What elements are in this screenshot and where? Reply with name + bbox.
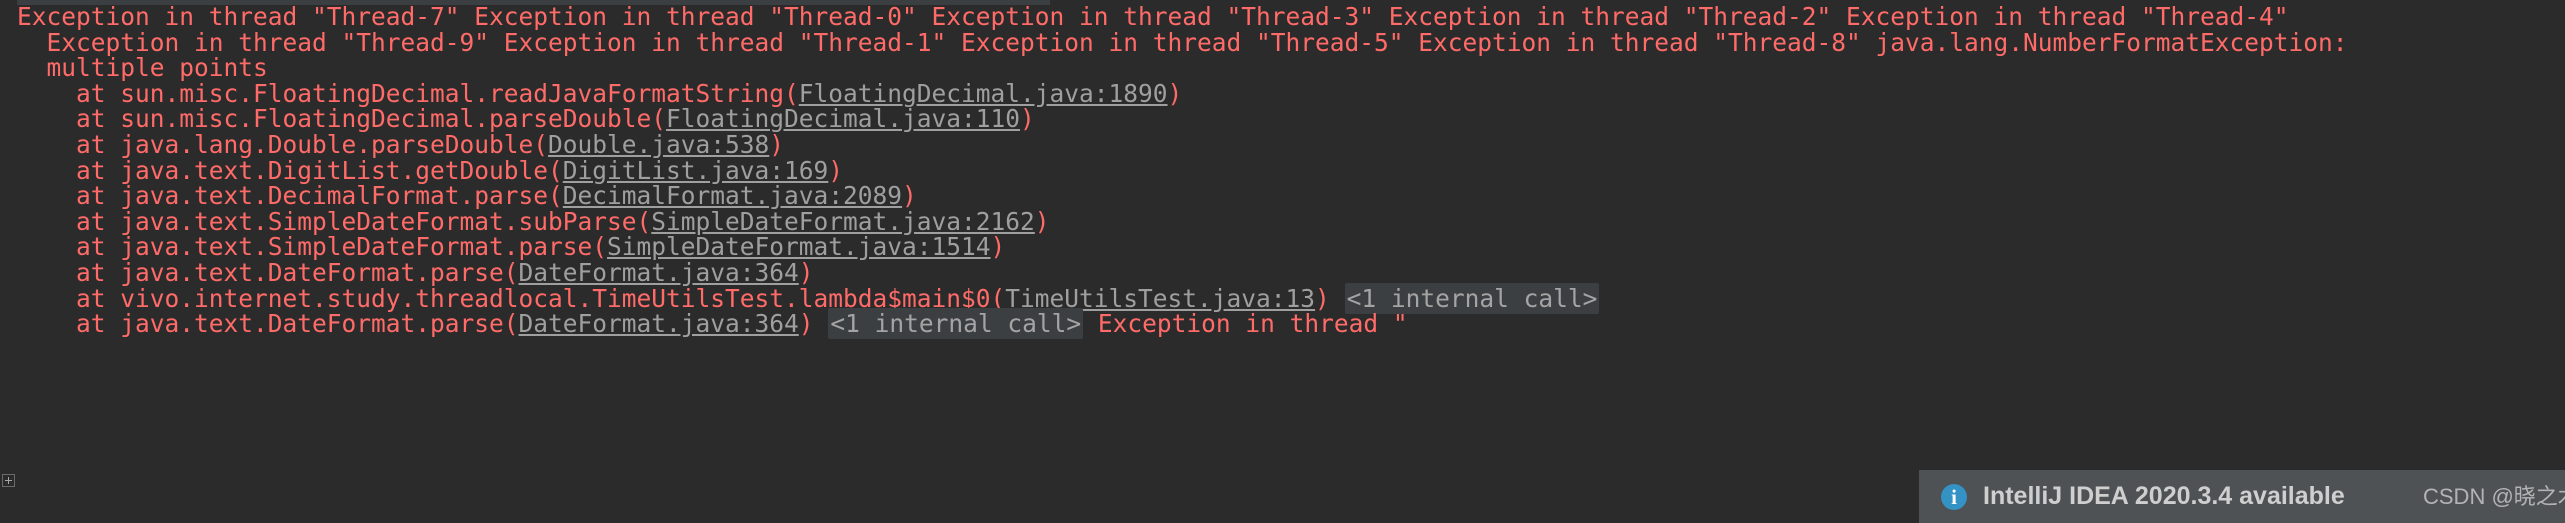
stack-frame-2: at sun.misc.FloatingDecimal.parseDouble(… [17, 106, 2565, 132]
watermark-label: CSDN @晓之木初 [2423, 484, 2565, 509]
error-text: at java.text.DateFormat.parse( [76, 309, 519, 339]
internal-calls-chip[interactable]: <1 internal call> [828, 308, 1084, 340]
notification-message: IntelliJ IDEA 2020.3.4 available [1983, 482, 2345, 510]
stack-frame-10-clipped: at java.text.DateFormat.parse(DateFormat… [17, 308, 2565, 340]
stack-frame-5: at java.text.DecimalFormat.parse(Decimal… [17, 183, 2565, 209]
exception-header-line-1: Exception in thread "Thread-7" Exception… [17, 4, 2565, 30]
stack-frame-3: at java.lang.Double.parseDouble(Double.j… [17, 132, 2565, 158]
stack-frame-7: at java.text.SimpleDateFormat.parse(Simp… [17, 234, 2565, 260]
stack-frame-9: at vivo.internet.study.threadlocal.TimeU… [17, 282, 2565, 314]
stack-frame-4: at java.text.DigitList.getDouble(DigitLi… [17, 157, 2565, 184]
error-text: ) [1034, 206, 1050, 236]
stack-frame-6: at java.text.SimpleDateFormat.subParse(S… [17, 206, 2565, 236]
fold-expand-icon[interactable] [2, 474, 15, 487]
error-text: ) [990, 232, 1006, 262]
console-root: Exception in thread "Thread-7" Exception… [0, 0, 2565, 523]
console-output-text[interactable]: Exception in thread "Thread-7" Exception… [17, 0, 2565, 523]
stack-frame-1: at sun.misc.FloatingDecimal.readJavaForm… [17, 78, 2565, 108]
source-link[interactable]: DateFormat.java:364 [519, 309, 799, 338]
error-text: ) [1020, 104, 1035, 134]
exception-message-line: multiple points [17, 55, 2565, 81]
stack-frame-8: at java.text.DateFormat.parse(DateFormat… [17, 260, 2565, 286]
error-text: ) [798, 309, 829, 339]
error-text: Exception in thread " [1083, 309, 1408, 339]
error-text: ) [1167, 78, 1183, 108]
info-icon: i [1941, 483, 1967, 510]
error-text: Exception in thread "Thread-9" Exception… [46, 27, 2348, 57]
editor-gutter [0, 0, 17, 523]
exception-header-line-2: Exception in thread "Thread-9" Exception… [17, 27, 2565, 57]
